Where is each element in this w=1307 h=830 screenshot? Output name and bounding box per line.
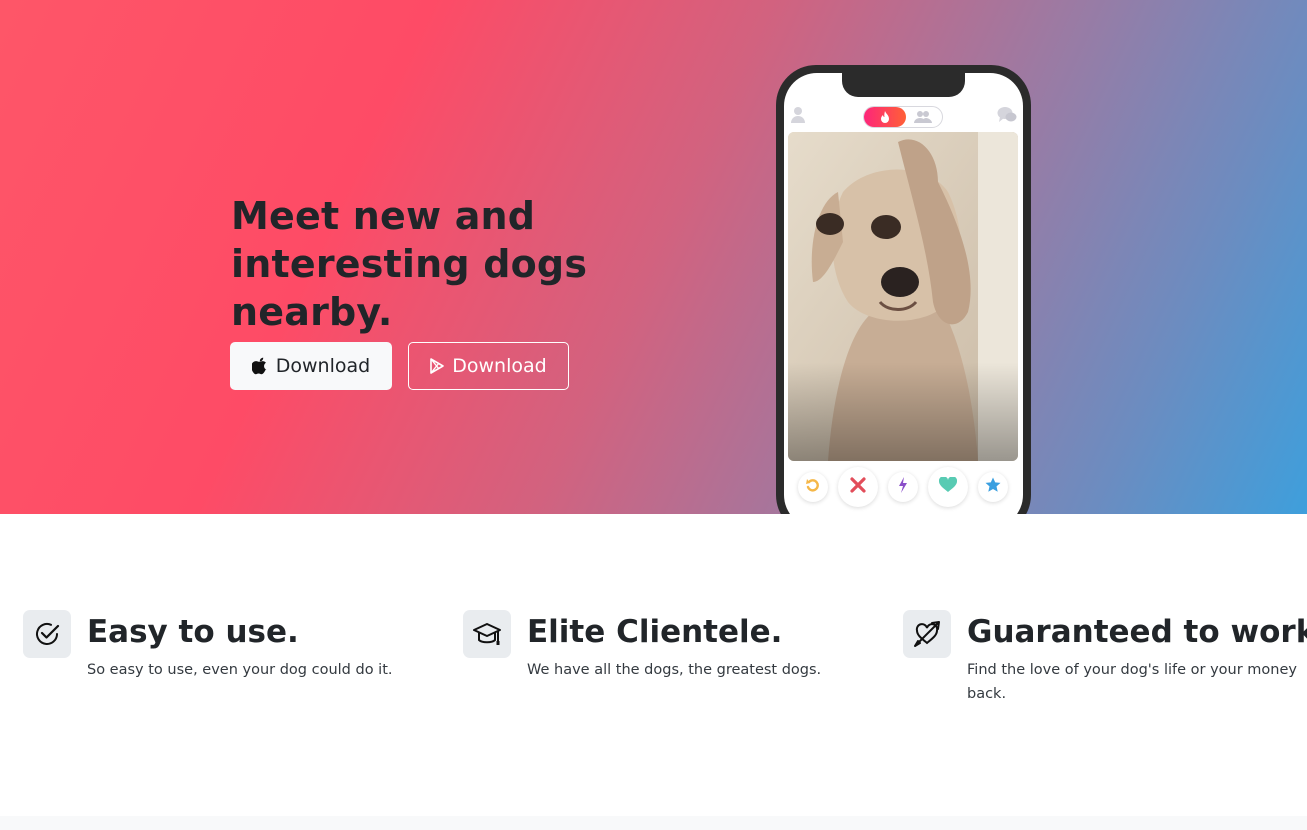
like-button[interactable] (928, 467, 968, 507)
hero-section: Meet new and interesting dogs nearby. Do… (0, 0, 1307, 514)
phone-screen (784, 73, 1023, 514)
google-play-download-label: Download (452, 355, 547, 377)
dog-profile-card[interactable] (788, 132, 1018, 461)
apple-download-label: Download (275, 355, 371, 377)
check-circle-icon (23, 610, 71, 658)
nope-icon (850, 476, 866, 498)
apple-download-button[interactable]: Download (230, 342, 392, 390)
chat-icon[interactable] (997, 106, 1017, 128)
group-icon (913, 110, 933, 129)
google-play-download-button[interactable]: Download (408, 342, 569, 390)
card-action-bar (784, 466, 1023, 510)
feature-title: Easy to use. (87, 614, 299, 650)
hero-title: Meet new and interesting dogs nearby. (231, 194, 588, 334)
boost-icon (898, 476, 908, 498)
feature-title: Elite Clientele. (527, 614, 783, 650)
feature-text: So easy to use, even your dog could do i… (87, 662, 393, 678)
super-like-icon (985, 477, 1001, 498)
next-section-band (0, 816, 1307, 830)
apple-icon (251, 357, 268, 375)
rewind-icon (806, 478, 820, 497)
google-play-icon (430, 358, 445, 374)
discovery-toggle[interactable] (863, 106, 943, 128)
flame-icon (864, 107, 906, 127)
dog-photo (788, 132, 1018, 461)
super-like-button[interactable] (978, 472, 1008, 502)
boost-button[interactable] (888, 472, 918, 502)
graduation-cap-icon (463, 610, 511, 658)
phone-mockup (776, 65, 1031, 514)
feature-text: Find the love of your dog's life or your… (967, 662, 1297, 702)
app-top-bar (784, 103, 1023, 133)
profile-icon[interactable] (790, 106, 806, 129)
feature-title: Guaranteed to work. (967, 614, 1307, 650)
phone-notch (842, 73, 965, 97)
heart-arrow-icon (903, 610, 951, 658)
feature-text: We have all the dogs, the greatest dogs. (527, 662, 822, 678)
nope-button[interactable] (838, 467, 878, 507)
rewind-button[interactable] (798, 472, 828, 502)
like-icon (938, 475, 958, 498)
